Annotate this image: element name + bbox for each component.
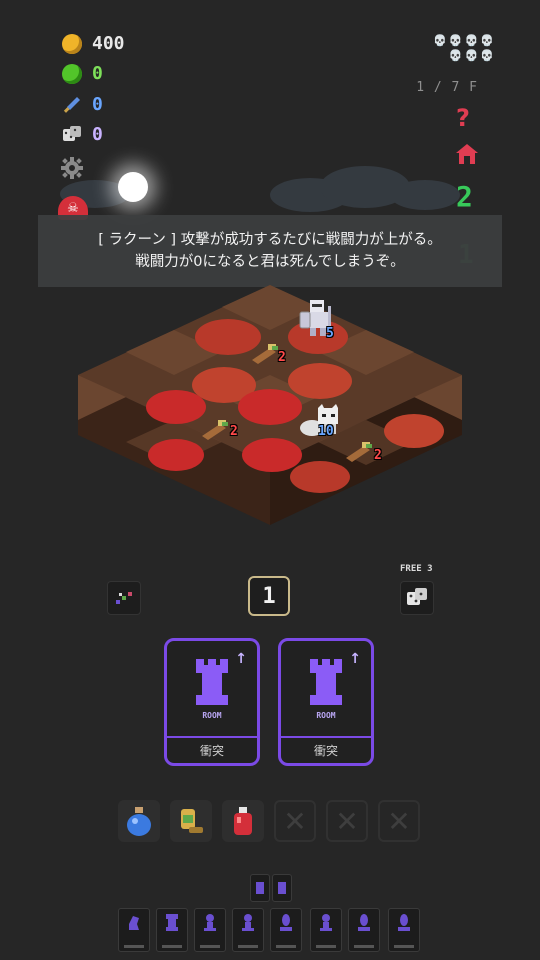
- bag-value: 0: [92, 63, 103, 84]
- card-label: 衝突: [313, 744, 338, 758]
- rook-icon: [310, 659, 342, 705]
- lamp-icon: [181, 809, 203, 833]
- weapon-value: 0: [92, 94, 103, 115]
- knight-player[interactable]: 5: [298, 298, 338, 344]
- enemy-piece[interactable]: 2: [344, 440, 382, 466]
- skull-lives: 💀💀💀💀💀💀💀: [433, 34, 496, 62]
- enemy-power: 2: [374, 448, 382, 463]
- rook-icon: [196, 659, 228, 705]
- deck-card-bishop[interactable]: [388, 908, 420, 952]
- green-counter: 2: [456, 180, 473, 213]
- map-icon: [116, 592, 132, 604]
- game-board[interactable]: [78, 285, 462, 535]
- deck-card-pawn[interactable]: [232, 908, 264, 952]
- item-slot-red-potion[interactable]: [222, 800, 264, 842]
- pawn-piece-icon: [204, 914, 216, 931]
- sun: [118, 172, 148, 202]
- item-slot-lamp[interactable]: [170, 800, 212, 842]
- cloud: [390, 180, 460, 210]
- tooltip-line-1: [ ラクーン ] 攻撃が成功するたびに戦闘力が上がる。: [98, 232, 442, 248]
- weapon-pile-icon: [202, 420, 228, 440]
- item-slot-empty[interactable]: ✕: [274, 800, 316, 842]
- shop-icon[interactable]: [454, 141, 480, 167]
- deck-card-pawn[interactable]: [310, 908, 342, 952]
- weapon-stat: 0: [62, 94, 103, 115]
- deck-mini-card: [250, 874, 270, 902]
- bag-icon: [62, 63, 82, 84]
- card-room-label: ROOM: [202, 711, 222, 720]
- deck-card-bishop[interactable]: [270, 908, 302, 952]
- blue-potion-icon: [127, 807, 151, 836]
- weapon-pile-icon: [346, 442, 372, 462]
- bishop-piece-icon: [358, 914, 370, 931]
- bishop-piece-icon: [280, 914, 292, 931]
- reroll-dice-button[interactable]: [400, 581, 434, 615]
- rook-piece-icon: [166, 914, 178, 931]
- dice-value: 0: [92, 124, 103, 145]
- bag-stat: 0: [62, 63, 103, 84]
- deck-card-knight[interactable]: [118, 908, 150, 952]
- room-card[interactable]: ROOM ↑ 衝突: [278, 638, 374, 766]
- turn-counter: 1: [248, 576, 290, 616]
- card-label: 衝突: [199, 744, 224, 758]
- enemy-power: 2: [278, 350, 286, 365]
- free-rerolls-label: FREE 3: [400, 564, 433, 574]
- gear-icon[interactable]: [60, 156, 84, 180]
- enemy-piece[interactable]: 2: [200, 418, 238, 444]
- deck-mini-card: [272, 874, 292, 902]
- pawn-piece-icon: [242, 914, 254, 931]
- coin-icon: [62, 33, 82, 54]
- deck-card-pawn[interactable]: [194, 908, 226, 952]
- item-slot-empty[interactable]: ✕: [326, 800, 368, 842]
- tooltip-line-2: 戦闘力が0になると君は死んでしまうぞ。: [135, 254, 405, 270]
- help-button[interactable]: ?: [456, 104, 470, 132]
- tooltip: [ ラクーン ] 攻撃が成功するたびに戦闘力が上がる。 戦闘力が0になると君は死…: [38, 215, 502, 287]
- dice-stat: 0: [62, 124, 103, 145]
- bishop-piece-icon: [398, 914, 410, 931]
- card-room-label: ROOM: [316, 711, 336, 720]
- gold-value: 400: [92, 33, 125, 54]
- enemy-power: 2: [230, 424, 238, 439]
- upgrade-arrow-icon: ↑: [235, 651, 247, 667]
- map-button[interactable]: [107, 581, 141, 615]
- dice-icon: [407, 588, 427, 605]
- upgrade-arrow-icon: ↑: [349, 651, 361, 667]
- deck-card-rook[interactable]: [156, 908, 188, 952]
- knight-piece-icon: [129, 916, 139, 930]
- dice-icon: [62, 125, 82, 145]
- raccoon-enemy[interactable]: 10: [298, 404, 342, 442]
- gold-stat: 400: [62, 33, 125, 54]
- room-card[interactable]: ROOM ↑ 衝突: [164, 638, 260, 766]
- item-slot-blue-potion[interactable]: [118, 800, 160, 842]
- raccoon-power: 10: [318, 424, 334, 439]
- pawn-piece-icon: [320, 914, 332, 931]
- sword-icon: [62, 95, 82, 115]
- knight-power: 5: [326, 326, 334, 341]
- red-potion-icon: [234, 807, 252, 835]
- floor-indicator: 1 / 7 F: [416, 80, 478, 95]
- deck-card-bishop[interactable]: [348, 908, 380, 952]
- item-slot-empty[interactable]: ✕: [378, 800, 420, 842]
- enemy-piece[interactable]: 2: [250, 342, 286, 368]
